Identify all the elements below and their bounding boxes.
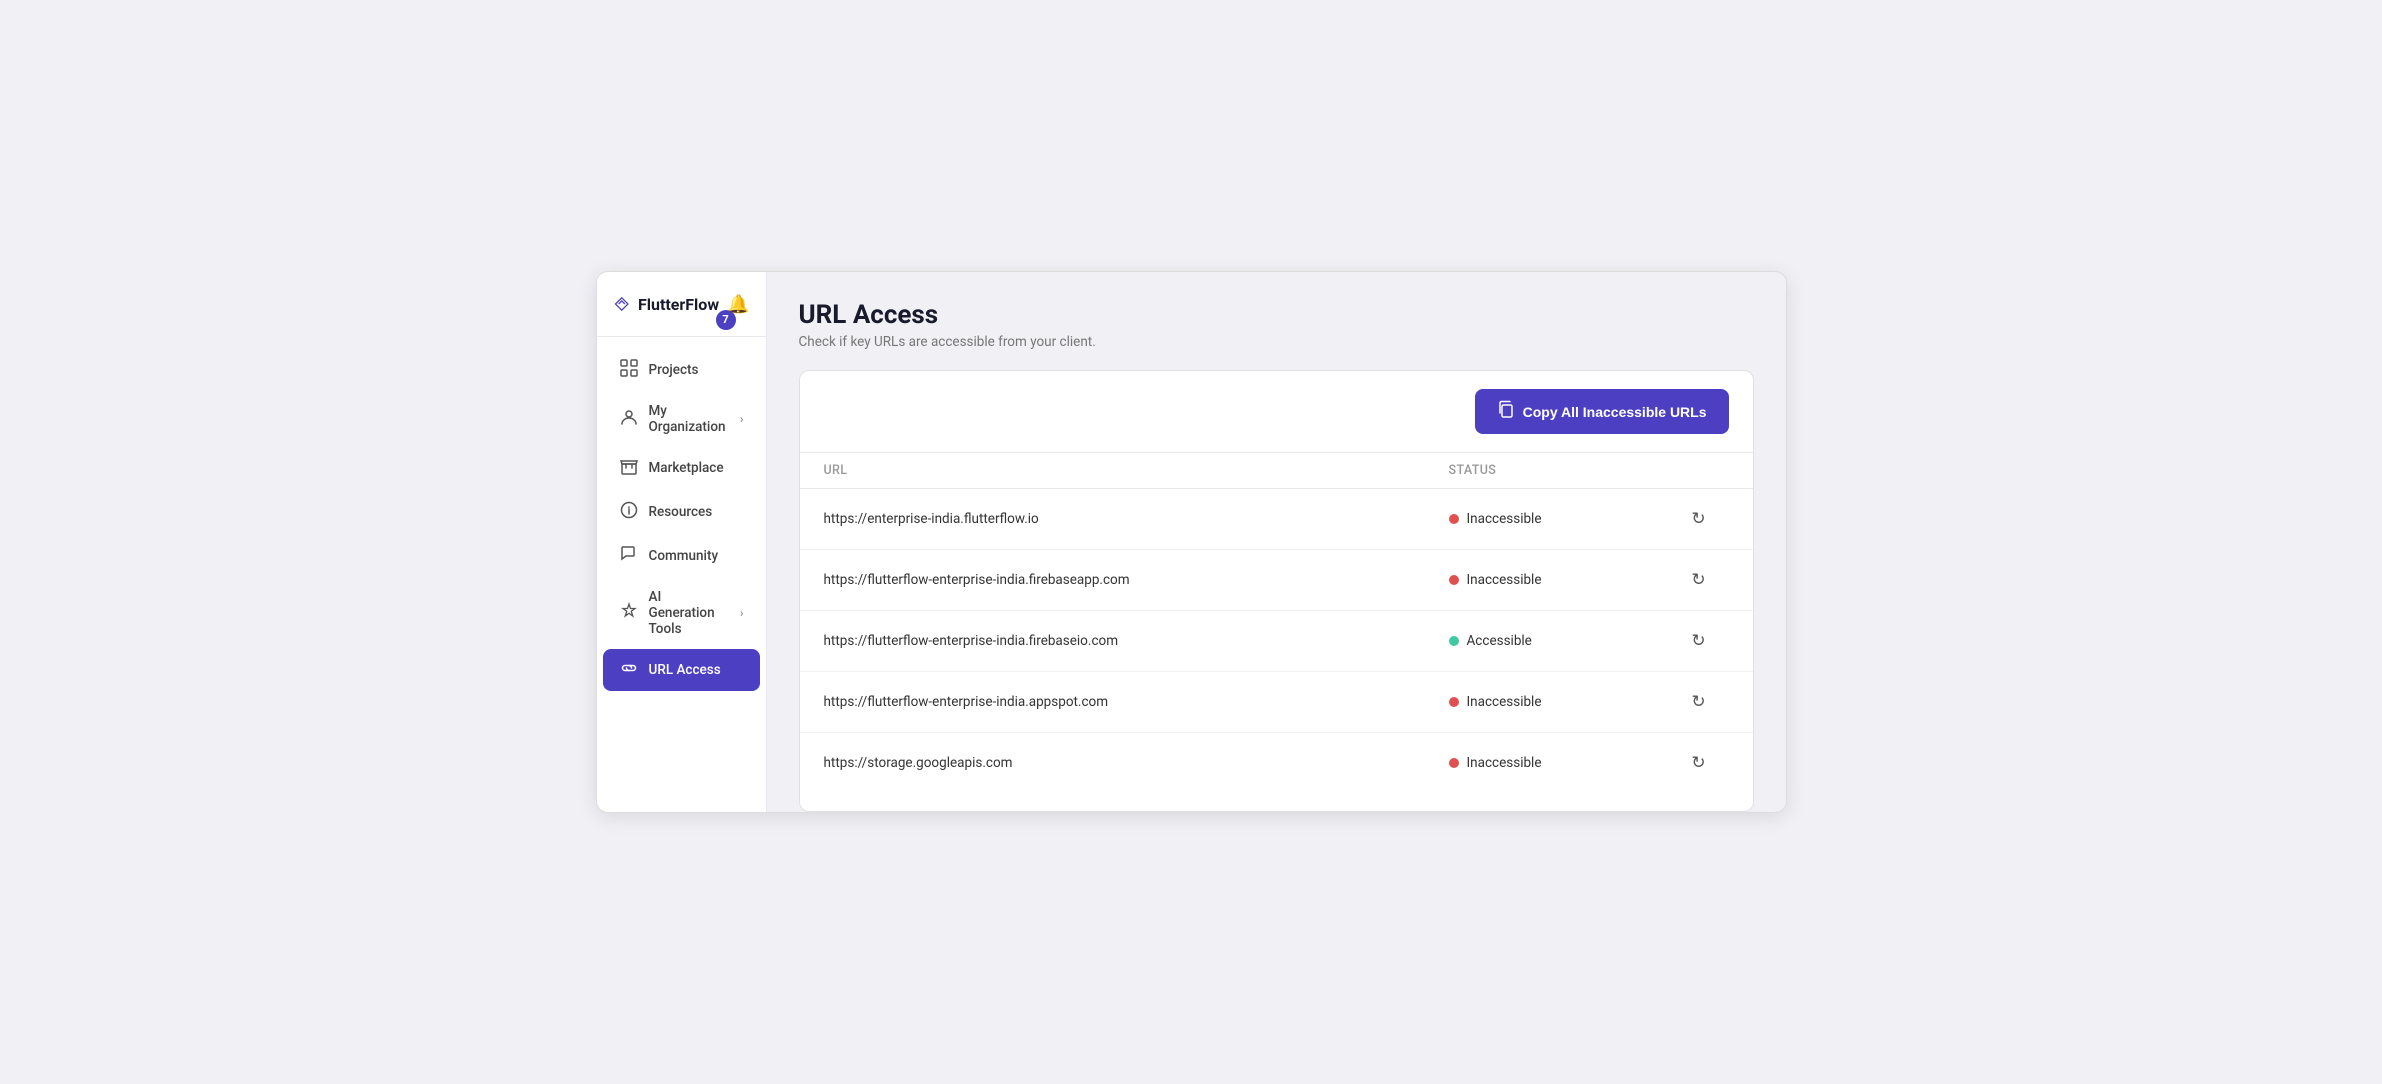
sidebar-navigation: Projects My Organization ›: [597, 337, 766, 812]
table-row: https://enterprise-india.flutterflow.io …: [800, 489, 1753, 550]
ai-tools-icon: [619, 602, 639, 624]
sidebar-item-label: URL Access: [649, 662, 721, 678]
sidebar: FlutterFlow 🔔 7 Projects: [597, 272, 767, 812]
projects-icon: [619, 359, 639, 381]
action-cell: ↻: [1669, 505, 1729, 533]
table-header: URL Status: [800, 453, 1753, 489]
table-row: https://storage.googleapis.com Inaccessi…: [800, 733, 1753, 793]
status-indicator: [1449, 758, 1459, 768]
app-window: FlutterFlow 🔔 7 Projects: [596, 271, 1787, 813]
sidebar-item-label: Community: [649, 548, 719, 564]
status-cell: Inaccessible: [1449, 572, 1669, 588]
status-indicator: [1449, 697, 1459, 707]
sidebar-item-my-organization[interactable]: My Organization ›: [603, 393, 760, 445]
copy-icon: [1497, 400, 1515, 423]
status-cell: Accessible: [1449, 633, 1669, 649]
refresh-button[interactable]: ↻: [1687, 627, 1709, 655]
sidebar-item-ai-generation-tools[interactable]: AI Generation Tools ›: [603, 579, 760, 647]
notification-badge: 7: [716, 310, 736, 330]
action-cell: ↻: [1669, 688, 1729, 716]
refresh-button[interactable]: ↻: [1687, 688, 1709, 716]
status-indicator: [1449, 575, 1459, 585]
app-name: FlutterFlow: [638, 295, 719, 314]
chevron-icon: ›: [740, 606, 744, 620]
sidebar-item-label: Resources: [649, 504, 713, 520]
status-label: Inaccessible: [1467, 755, 1542, 771]
refresh-button[interactable]: ↻: [1687, 505, 1709, 533]
table-row: https://flutterflow-enterprise-india.app…: [800, 672, 1753, 733]
main-content: URL Access Check if key URLs are accessi…: [767, 272, 1786, 812]
refresh-button[interactable]: ↻: [1687, 749, 1709, 777]
page-header: URL Access Check if key URLs are accessi…: [799, 300, 1754, 350]
status-cell: Inaccessible: [1449, 511, 1669, 527]
url-column-header: URL: [824, 463, 1449, 478]
url-table-body: https://enterprise-india.flutterflow.io …: [800, 489, 1753, 811]
sidebar-item-label: Marketplace: [649, 460, 724, 476]
community-icon: [619, 545, 639, 567]
marketplace-icon: [619, 457, 639, 479]
page-title: URL Access: [799, 300, 1754, 330]
sidebar-logo: FlutterFlow 🔔 7: [597, 272, 766, 337]
status-label: Accessible: [1467, 633, 1532, 649]
status-cell: Inaccessible: [1449, 755, 1669, 771]
url-access-card: Copy All Inaccessible URLs URL Status ht…: [799, 370, 1754, 812]
sidebar-item-marketplace[interactable]: Marketplace: [603, 447, 760, 489]
url-cell: https://storage.googleapis.com: [824, 755, 1449, 771]
chevron-icon: ›: [740, 412, 744, 426]
sidebar-item-url-access[interactable]: URL Access: [603, 649, 760, 691]
url-cell: https://flutterflow-enterprise-india.app…: [824, 694, 1449, 710]
sidebar-item-community[interactable]: Community: [603, 535, 760, 577]
organization-icon: [619, 408, 639, 430]
sidebar-item-label: My Organization: [649, 403, 730, 435]
status-indicator: [1449, 514, 1459, 524]
action-cell: ↻: [1669, 566, 1729, 594]
sidebar-item-label: Projects: [649, 362, 699, 378]
copy-button-label: Copy All Inaccessible URLs: [1523, 404, 1707, 420]
status-cell: Inaccessible: [1449, 694, 1669, 710]
table-row: https://flutterflow-enterprise-india.fir…: [800, 550, 1753, 611]
url-cell: https://flutterflow-enterprise-india.fir…: [824, 572, 1449, 588]
action-cell: ↻: [1669, 749, 1729, 777]
refresh-button[interactable]: ↻: [1687, 566, 1709, 594]
status-label: Inaccessible: [1467, 572, 1542, 588]
sidebar-item-projects[interactable]: Projects: [603, 349, 760, 391]
flutterflow-logo-icon: [613, 290, 630, 318]
status-label: Inaccessible: [1467, 511, 1542, 527]
page-subtitle: Check if key URLs are accessible from yo…: [799, 334, 1754, 350]
status-label: Inaccessible: [1467, 694, 1542, 710]
copy-all-inaccessible-button[interactable]: Copy All Inaccessible URLs: [1475, 389, 1729, 434]
action-column-header: [1669, 463, 1729, 478]
card-toolbar: Copy All Inaccessible URLs: [800, 371, 1753, 453]
status-column-header: Status: [1449, 463, 1669, 478]
action-cell: ↻: [1669, 627, 1729, 655]
resources-icon: [619, 501, 639, 523]
sidebar-item-label: AI Generation Tools: [649, 589, 730, 637]
url-cell: https://flutterflow-enterprise-india.fir…: [824, 633, 1449, 649]
notification-button[interactable]: 🔔 7: [727, 294, 749, 315]
sidebar-item-resources[interactable]: Resources: [603, 491, 760, 533]
table-row: https://flutterflow-enterprise-india.fir…: [800, 611, 1753, 672]
url-cell: https://enterprise-india.flutterflow.io: [824, 511, 1449, 527]
url-access-icon: [619, 659, 639, 681]
status-indicator: [1449, 636, 1459, 646]
